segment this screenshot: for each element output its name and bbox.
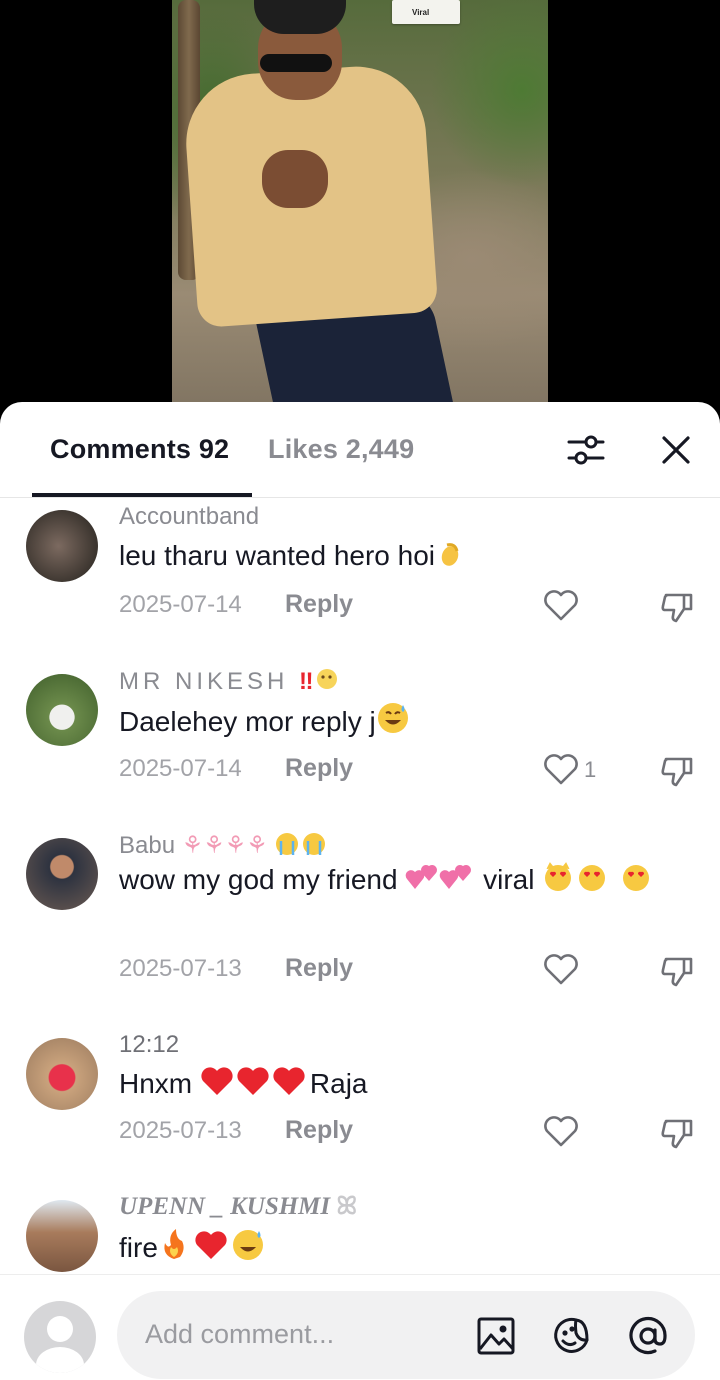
comment-username-text: UPENN _ KUSHMI [119, 1193, 331, 1220]
tab-likes[interactable]: Likes 2,449 [268, 434, 414, 465]
dislike-icon[interactable] [658, 587, 696, 625]
default-avatar-icon [36, 1316, 84, 1373]
tulip-emoji-icon: ⚘⚘⚘⚘ [181, 832, 268, 859]
heart-eyes-cat-emoji-icon [620, 861, 654, 903]
comments-sheet: Comments 92 Likes 2,449 Accountband leu … [0, 402, 720, 1380]
comment-date: 2025-07-14 [119, 591, 242, 618]
comment-username[interactable]: UPENN _ KUSHMI ꕤ [119, 1193, 357, 1221]
sunglasses [260, 54, 332, 72]
dislike-icon[interactable] [658, 1113, 696, 1151]
pinching-hand-emoji-icon [435, 539, 465, 579]
reply-button[interactable]: Reply [285, 754, 353, 783]
sheet-header: Comments 92 Likes 2,449 [0, 402, 720, 498]
comment-text-part: Hnxm [119, 1068, 193, 1099]
avatar[interactable] [26, 838, 98, 910]
heart-icon[interactable] [542, 1113, 580, 1149]
comment-username[interactable]: Babu ⚘⚘⚘⚘ [119, 831, 330, 864]
reply-button[interactable]: Reply [285, 954, 353, 983]
video-frame: Viral [172, 0, 548, 420]
comment-date: 2025-07-13 [119, 1117, 242, 1144]
comment-text: wow my god my friend viral [119, 861, 679, 903]
comment-input-bar: Add comment... [0, 1274, 720, 1380]
red-heart-emoji-icon [200, 1065, 310, 1107]
my-avatar[interactable] [24, 1301, 96, 1373]
close-button[interactable] [654, 428, 698, 472]
sweat-smile-emoji-icon [376, 701, 410, 745]
heart-icon[interactable] [542, 587, 580, 623]
rabbit-emoji-icon: ꕤ [336, 1193, 358, 1220]
comment-text-part: leu tharu wanted hero hoi [119, 540, 435, 571]
mention-icon[interactable] [625, 1313, 671, 1359]
comment-text: Daelehey mor reply j [119, 701, 679, 745]
comment-list[interactable]: Accountband leu tharu wanted hero hoi 20… [0, 499, 720, 1275]
comment-text: leu tharu wanted hero hoi [119, 537, 679, 579]
sticker-text: Viral [412, 8, 430, 17]
reply-button[interactable]: Reply [285, 1116, 353, 1145]
comment-username[interactable]: 12:12 [119, 1031, 179, 1059]
avatar[interactable] [26, 1038, 98, 1110]
melting-face-emoji-icon [314, 667, 340, 700]
comment-username-text: MR NIKESH [119, 668, 289, 695]
person-hands [262, 150, 328, 208]
comment-text-part: wow my god my friend [119, 864, 398, 895]
dislike-icon[interactable] [658, 951, 696, 989]
filter-icon [567, 435, 605, 465]
comment-input[interactable]: Add comment... [117, 1291, 695, 1379]
image-icon[interactable] [473, 1313, 519, 1359]
comment-text-part: Daelehey mor reply j [119, 706, 376, 737]
heart-eyes-cat-emoji-icon [542, 861, 612, 903]
comment-text: Hnxm Raja [119, 1065, 679, 1107]
comment-input-placeholder: Add comment... [145, 1319, 335, 1349]
emoji-icon[interactable] [549, 1313, 595, 1359]
crying-face-emoji-icon [274, 831, 330, 864]
video-player[interactable]: Viral [0, 0, 720, 420]
heart-icon[interactable] [542, 751, 580, 787]
dislike-icon[interactable] [658, 751, 696, 789]
heart-icon[interactable] [542, 951, 580, 987]
video-sticker: Viral [392, 0, 460, 24]
two-hearts-emoji-icon [405, 861, 475, 903]
comment-text-part: viral [483, 864, 535, 895]
close-icon [662, 436, 690, 464]
avatar[interactable] [26, 674, 98, 746]
comment-date: 2025-07-13 [119, 955, 242, 982]
tab-active-indicator [32, 493, 252, 497]
filter-button[interactable] [564, 428, 608, 472]
reply-button[interactable]: Reply [285, 590, 353, 619]
comment-username[interactable]: Accountband [119, 503, 259, 531]
fire-heart-sweat-emoji-icon [158, 1227, 268, 1271]
comment-username-text: Babu [119, 832, 176, 859]
comment-username[interactable]: MR NIKESH ‼ [119, 667, 340, 700]
comment-text-part: Raja [309, 1068, 368, 1099]
exclamation-emoji-icon: ‼ [299, 668, 314, 695]
avatar[interactable] [26, 1200, 98, 1272]
comment-date: 2025-07-14 [119, 755, 242, 782]
comment-text-part: fire [119, 1232, 158, 1263]
like-count: 1 [584, 757, 597, 782]
tab-comments[interactable]: Comments 92 [50, 434, 229, 465]
comment-text: fire [119, 1227, 679, 1271]
person-hair [254, 0, 346, 34]
avatar[interactable] [26, 510, 98, 582]
